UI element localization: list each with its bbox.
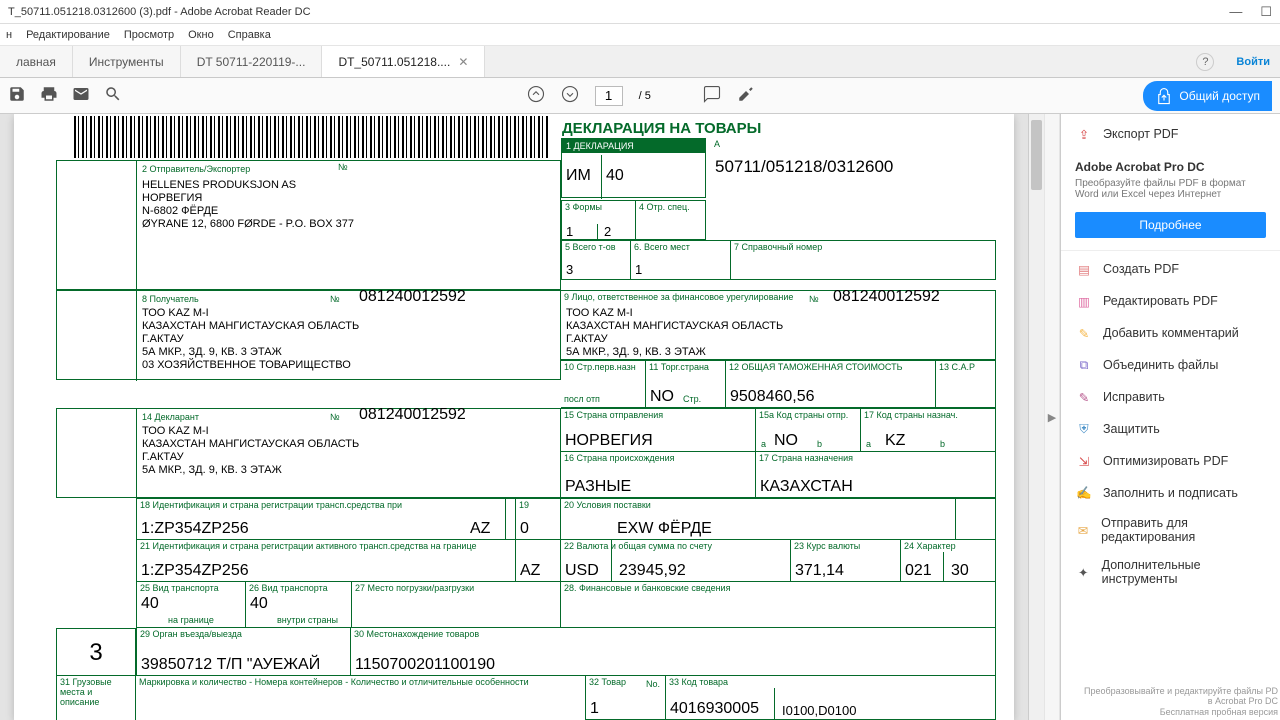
sidebar-item-moretools[interactable]: ✦Дополнительные инструменты bbox=[1061, 551, 1280, 593]
maximize-icon[interactable]: ☐ bbox=[1260, 4, 1272, 20]
comment-pdf-icon: ✎ bbox=[1075, 324, 1093, 342]
export-pdf-icon: ⇪ bbox=[1075, 125, 1093, 143]
page-total: / 5 bbox=[639, 90, 651, 102]
optimize-icon: ⇲ bbox=[1075, 452, 1093, 470]
save-icon[interactable] bbox=[8, 85, 26, 106]
shield-icon: ⛨ bbox=[1075, 420, 1093, 438]
sidebar-item-create[interactable]: ▤Создать PDF bbox=[1061, 253, 1280, 285]
sidebar-collapse-icon[interactable]: ▶ bbox=[1044, 114, 1060, 720]
menu-help[interactable]: Справка bbox=[228, 29, 271, 41]
document-viewport[interactable]: ДЕКЛАРАЦИЯ НА ТОВАРЫ 2 Отправитель/Экспо… bbox=[0, 114, 1028, 720]
tab-tools[interactable]: Инструменты bbox=[73, 46, 181, 77]
print-icon[interactable] bbox=[40, 85, 58, 106]
help-icon[interactable]: ? bbox=[1196, 53, 1214, 71]
tab-home[interactable]: лавная bbox=[0, 46, 73, 77]
share-button[interactable]: Общий доступ bbox=[1143, 81, 1272, 111]
declaration-title: ДЕКЛАРАЦИЯ НА ТОВАРЫ bbox=[562, 120, 761, 137]
learn-more-button[interactable]: Подробнее bbox=[1075, 212, 1266, 238]
sidebar-item-protect[interactable]: ⛨Защитить bbox=[1061, 413, 1280, 445]
menubar: н Редактирование Просмотр Окно Справка bbox=[0, 24, 1280, 46]
mail-icon[interactable] bbox=[72, 85, 90, 106]
sidebar-item-export[interactable]: ⇪Экспорт PDF bbox=[1061, 118, 1280, 150]
sidebar-item-redact[interactable]: ✎Исправить bbox=[1061, 381, 1280, 413]
sidebar-item-combine[interactable]: ⧉Объединить файлы bbox=[1061, 349, 1280, 381]
sidebar-pro-desc: Преобразуйте файлы PDF в формат Word или… bbox=[1061, 178, 1280, 208]
tab-doc2[interactable]: DT_50711.051218....✕ bbox=[322, 46, 485, 77]
vertical-scrollbar[interactable] bbox=[1028, 114, 1044, 720]
sidebar-item-fillsign[interactable]: ✍Заполнить и подписать bbox=[1061, 477, 1280, 509]
tab-doc1[interactable]: DT 50711-220119-... bbox=[181, 46, 323, 77]
comment-icon[interactable] bbox=[703, 85, 721, 106]
close-icon[interactable]: ✕ bbox=[458, 55, 468, 69]
window-title: T_50711.051218.0312600 (3).pdf - Adobe A… bbox=[8, 6, 1229, 18]
edit-pdf-icon: ▥ bbox=[1075, 292, 1093, 310]
menu-file[interactable]: н bbox=[6, 29, 12, 41]
page-up-icon[interactable] bbox=[527, 85, 545, 106]
minimize-icon[interactable]: — bbox=[1229, 4, 1242, 20]
reference-number: 50711/051218/0312600 bbox=[711, 157, 897, 177]
page-down-icon[interactable] bbox=[561, 85, 579, 106]
menu-edit[interactable]: Редактирование bbox=[26, 29, 110, 41]
box2-label: 2 Отправитель/Экспортер bbox=[139, 163, 253, 175]
sidebar-item-optimize[interactable]: ⇲Оптимизировать PDF bbox=[1061, 445, 1280, 477]
sidebar-item-sendreview[interactable]: ✉Отправить для редактирования bbox=[1061, 509, 1280, 551]
toolbar: / 5 Общий доступ bbox=[0, 78, 1280, 114]
page-number-input[interactable] bbox=[595, 86, 623, 106]
search-icon[interactable] bbox=[104, 85, 122, 106]
watermark: Преобразовывайте и редактируйте файлы PD… bbox=[1084, 686, 1278, 718]
window-titlebar: T_50711.051218.0312600 (3).pdf - Adobe A… bbox=[0, 0, 1280, 24]
pdf-page: ДЕКЛАРАЦИЯ НА ТОВАРЫ 2 Отправитель/Экспо… bbox=[14, 114, 1014, 720]
create-pdf-icon: ▤ bbox=[1075, 260, 1093, 278]
barcode bbox=[74, 116, 549, 158]
combine-icon: ⧉ bbox=[1075, 356, 1093, 374]
tabbar: лавная Инструменты DT 50711-220119-... D… bbox=[0, 46, 1280, 78]
tools-sidebar: ⇪Экспорт PDF Adobe Acrobat Pro DC Преобр… bbox=[1060, 114, 1280, 720]
sign-icon[interactable] bbox=[737, 85, 755, 106]
send-icon: ✉ bbox=[1075, 521, 1091, 539]
sidebar-pro-title: Adobe Acrobat Pro DC bbox=[1061, 150, 1280, 178]
wrench-icon: ✦ bbox=[1075, 563, 1092, 581]
login-button[interactable]: Войти bbox=[1226, 56, 1280, 68]
sidebar-item-comment[interactable]: ✎Добавить комментарий bbox=[1061, 317, 1280, 349]
fillsign-icon: ✍ bbox=[1075, 484, 1093, 502]
sidebar-item-edit[interactable]: ▥Редактировать PDF bbox=[1061, 285, 1280, 317]
menu-view[interactable]: Просмотр bbox=[124, 29, 174, 41]
menu-window[interactable]: Окно bbox=[188, 29, 214, 41]
redact-icon: ✎ bbox=[1075, 388, 1093, 406]
scroll-thumb[interactable] bbox=[1031, 120, 1042, 190]
